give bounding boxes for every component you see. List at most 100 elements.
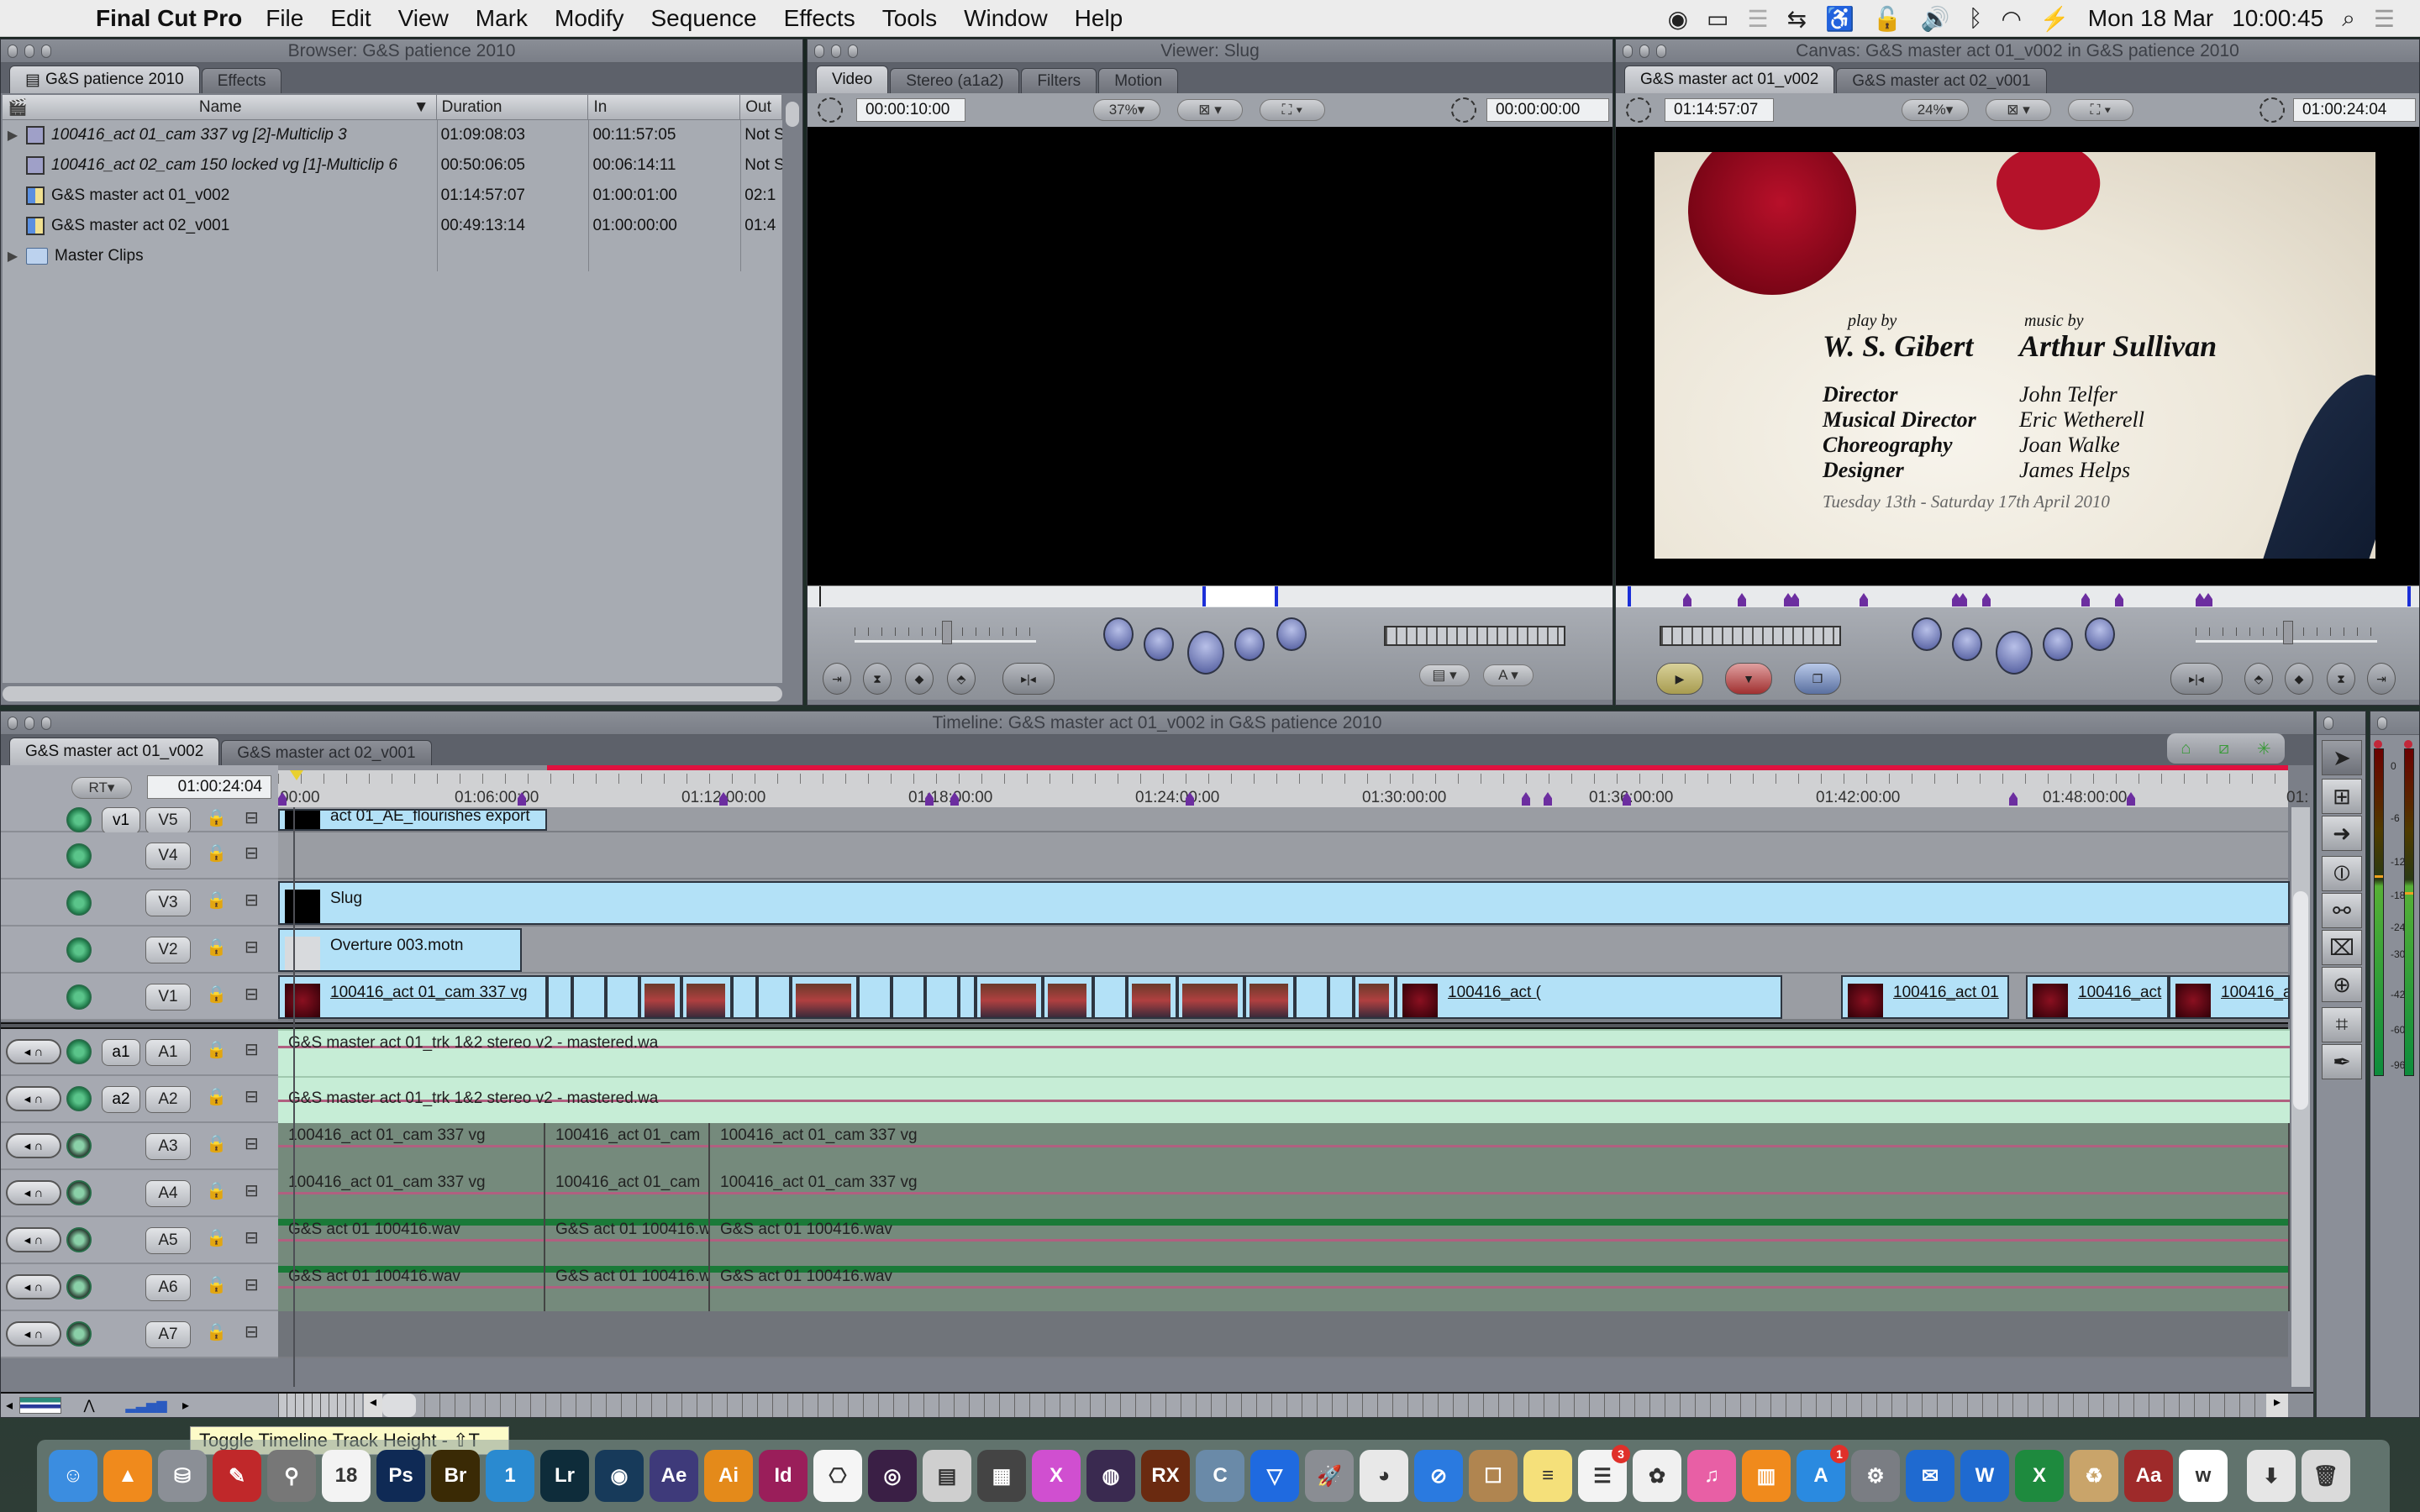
- video-clip-segment[interactable]: [1093, 975, 1127, 1019]
- source-patch[interactable]: v1: [102, 807, 140, 834]
- notification-center-icon[interactable]: ☰: [2374, 5, 2395, 33]
- track-lock-icon[interactable]: 🔒: [206, 1227, 227, 1248]
- video-clip-segment[interactable]: [572, 975, 606, 1019]
- spotlight-search-icon[interactable]: ⌕: [2342, 5, 2355, 33]
- go-to-next-edit-button[interactable]: [1276, 617, 1307, 651]
- overwrite-edit-button[interactable]: ▼: [1725, 663, 1772, 695]
- dock-app-capture-one[interactable]: ◉: [595, 1450, 644, 1502]
- auto-select-icon[interactable]: ⊟: [245, 984, 259, 1005]
- video-clip-segment[interactable]: [1244, 975, 1295, 1019]
- playhead[interactable]: [819, 586, 821, 606]
- dock-app-vectorworks[interactable]: ▽: [1250, 1450, 1299, 1502]
- video-clip[interactable]: 100416_act 01_cam 337 vg: [2169, 975, 2290, 1019]
- audio-enable-icon[interactable]: [66, 1133, 92, 1158]
- play-in-to-out-button[interactable]: [1952, 627, 1982, 661]
- menu-file[interactable]: File: [266, 5, 303, 32]
- level-overlay[interactable]: [278, 1286, 544, 1289]
- dock-app-script-editor[interactable]: ✎: [213, 1450, 261, 1502]
- dock-app-safari[interactable]: ⊘: [1414, 1450, 1463, 1502]
- menu-modify[interactable]: Modify: [555, 5, 623, 32]
- disclosure-triangle-icon[interactable]: ▶: [3, 127, 23, 144]
- track-visibility-icon[interactable]: [66, 890, 92, 916]
- level-overlay[interactable]: [710, 1286, 2288, 1289]
- audio-clip[interactable]: G&S act 01 100416.wav: [278, 1264, 545, 1311]
- menu-edit[interactable]: Edit: [330, 5, 371, 32]
- canvas-tab-act01[interactable]: G&S master act 01_v002: [1624, 66, 1835, 93]
- video-clip-segment[interactable]: [1328, 975, 1354, 1019]
- generator-popup[interactable]: A ▾: [1483, 664, 1534, 686]
- canvas-duration-field[interactable]: 01:14:57:07: [1665, 98, 1774, 122]
- sequence-marker[interactable]: [1982, 593, 1991, 606]
- add-keyframe-button[interactable]: ◆: [905, 663, 934, 695]
- scroll-left-arrow[interactable]: ◂: [364, 1394, 382, 1417]
- crop-tool[interactable]: ⌗: [2322, 1007, 2362, 1042]
- display-mirror-icon[interactable]: ▭: [1707, 5, 1728, 33]
- tab-video[interactable]: Video: [816, 66, 889, 93]
- track-lock-icon[interactable]: 🔒: [206, 1274, 227, 1295]
- auto-select-icon[interactable]: ⊟: [245, 890, 259, 911]
- track-lock-icon[interactable]: 🔒: [206, 1086, 227, 1107]
- razor-tool[interactable]: ⌧: [2322, 930, 2362, 965]
- level-overlay[interactable]: [710, 1145, 2288, 1147]
- clock-date[interactable]: Mon 18 Mar: [2088, 5, 2213, 32]
- video-clip-segment[interactable]: [547, 975, 572, 1019]
- video-clip-segment[interactable]: [639, 975, 681, 1019]
- canvas-shuttle-slider[interactable]: [2196, 621, 2377, 644]
- zoom-tool[interactable]: ⊕: [2322, 967, 2362, 1002]
- audio-solo-mute-icon[interactable]: ◂ ∩: [6, 1039, 61, 1064]
- dock-app-notes[interactable]: ≡: [1523, 1450, 1572, 1502]
- track-lock-icon[interactable]: 🔒: [206, 1180, 227, 1201]
- dock-app-writer[interactable]: w: [2179, 1450, 2228, 1502]
- dock-app-disk-utility[interactable]: ⛁: [158, 1450, 207, 1502]
- audio-solo-mute-icon[interactable]: ◂ ∩: [6, 1274, 61, 1299]
- dock-app-finder[interactable]: ☺: [49, 1450, 97, 1502]
- auto-select-icon[interactable]: ⊟: [245, 807, 259, 828]
- track-lock-icon[interactable]: 🔒: [206, 1039, 227, 1060]
- timeline-current-time-field[interactable]: 01:00:24:04: [147, 775, 271, 799]
- audio-enable-icon[interactable]: [66, 1086, 92, 1111]
- dock-app-izotope-rx[interactable]: RX: [1141, 1450, 1190, 1502]
- dock-app-acrobat[interactable]: ⎔: [813, 1450, 862, 1502]
- track-lock-icon[interactable]: 🔒: [206, 843, 227, 864]
- viewer-titlebar[interactable]: Viewer: Slug: [808, 39, 1612, 63]
- viewer-scrubber[interactable]: [808, 585, 1612, 607]
- audio-enable-icon[interactable]: [66, 1321, 92, 1347]
- edit-selection-tool[interactable]: ⊞: [2322, 779, 2362, 814]
- audio-controls-icon[interactable]: ◂: [6, 1397, 13, 1414]
- close-button[interactable]: [2323, 716, 2333, 730]
- zoom-slider[interactable]: [278, 1394, 362, 1417]
- auto-select-icon[interactable]: ⊟: [245, 1321, 259, 1342]
- audio-clip[interactable]: G&S act 01 100416.wav: [278, 1217, 545, 1264]
- video-clip-segment[interactable]: [959, 975, 976, 1019]
- level-overlay[interactable]: [278, 1192, 544, 1194]
- source-patch[interactable]: a1: [102, 1039, 140, 1066]
- track-lock-icon[interactable]: 🔒: [206, 890, 227, 911]
- audio-clip[interactable]: 100416_act 01_cam: [545, 1170, 710, 1217]
- level-overlay[interactable]: [278, 1145, 544, 1147]
- viewer-duration-field[interactable]: 00:00:10:00: [856, 98, 965, 122]
- video-clip[interactable]: act 01_AE_flourishes export: [278, 809, 547, 831]
- go-to-prev-edit-button[interactable]: [1912, 617, 1942, 651]
- canvas-scrubber[interactable]: [1616, 585, 2419, 607]
- canvas-tab-act02[interactable]: G&S master act 02_v001: [1836, 68, 2047, 93]
- track-visibility-icon[interactable]: [66, 984, 92, 1010]
- track-visibility-icon[interactable]: [66, 843, 92, 869]
- add-keyframe-button[interactable]: ◆: [2285, 663, 2313, 695]
- auto-select-icon[interactable]: ⊟: [245, 1180, 259, 1201]
- playhead-handle[interactable]: [290, 770, 303, 780]
- browser-horizontal-scrollbar[interactable]: [3, 686, 782, 701]
- dock-app-1password[interactable]: 1: [486, 1450, 534, 1502]
- add-marker-button[interactable]: ⬘: [2244, 663, 2273, 695]
- audio-solo-mute-icon[interactable]: ◂ ∩: [6, 1133, 61, 1158]
- video-clip-segment[interactable]: [606, 975, 639, 1019]
- clock-time[interactable]: 10:00:45: [2232, 5, 2323, 32]
- play-around-button[interactable]: [1234, 627, 1265, 661]
- audio-enable-icon[interactable]: [66, 1180, 92, 1205]
- video-clip-segment[interactable]: [757, 975, 791, 1019]
- sequence-marker[interactable]: [1791, 593, 1799, 606]
- sequence-marker[interactable]: [1860, 593, 1868, 606]
- tab-effects[interactable]: Effects: [201, 68, 282, 93]
- browser-titlebar[interactable]: Browser: G&S patience 2010: [1, 39, 802, 63]
- dock-app-airmail[interactable]: ✉: [1906, 1450, 1954, 1502]
- tab-motion[interactable]: Motion: [1098, 68, 1179, 93]
